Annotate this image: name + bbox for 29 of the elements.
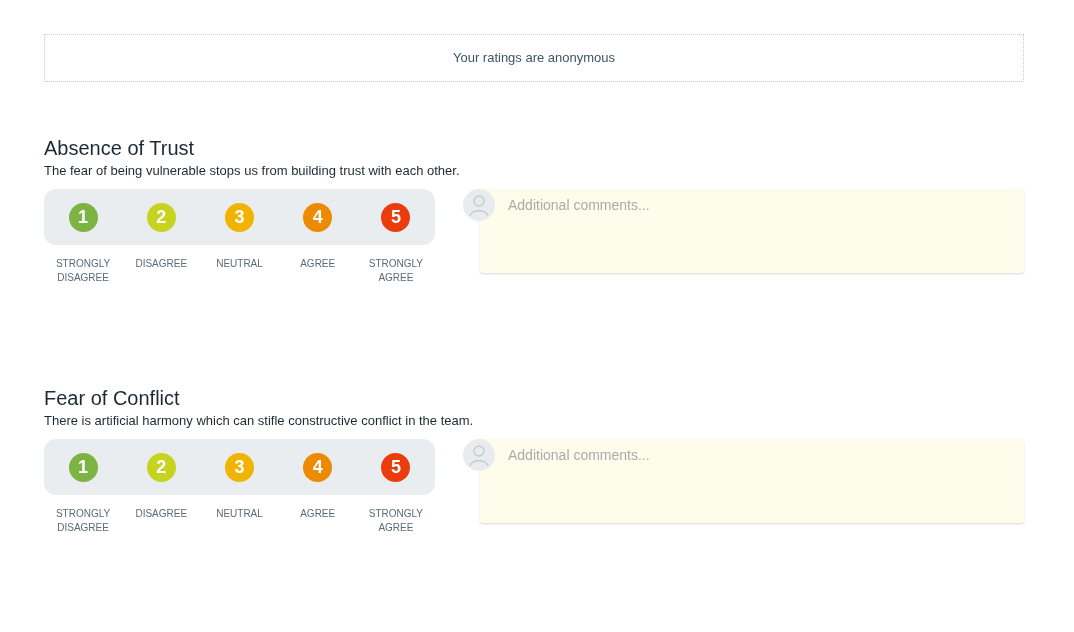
rating-label: NEUTRAL bbox=[215, 507, 264, 521]
rating-label: STRONGLY DISAGREE bbox=[54, 257, 112, 285]
user-avatar-icon bbox=[463, 439, 495, 471]
rating-label: DISAGREE bbox=[134, 507, 189, 521]
notice-banner: Your ratings are anonymous bbox=[44, 34, 1024, 82]
rating-button[interactable]: 3 bbox=[225, 452, 254, 482]
section-description: There is artificial harmony which can stifle constructive conflict in the team. bbox=[44, 412, 475, 430]
rating-label: AGREE bbox=[299, 257, 337, 271]
rating-label: STRONGLY DISAGREE bbox=[54, 507, 112, 535]
rating-button[interactable]: 2 bbox=[146, 202, 176, 232]
user-avatar-icon bbox=[463, 189, 495, 221]
section-title: Absence of Trust bbox=[44, 136, 196, 161]
rating-label: STRONGLY AGREE bbox=[367, 257, 425, 285]
comment-field[interactable]: Additional comments... bbox=[480, 189, 1024, 273]
section-description: The fear of being vulnerable stops us from building trust with each other. bbox=[44, 162, 461, 180]
rating-button[interactable]: 1 bbox=[68, 452, 98, 482]
rating-button[interactable]: 2 bbox=[146, 452, 176, 482]
rating-label: STRONGLY AGREE bbox=[367, 507, 425, 535]
rating-button[interactable]: 4 bbox=[303, 202, 333, 232]
rating-button[interactable]: 5 bbox=[381, 452, 411, 482]
rating-label: DISAGREE bbox=[134, 257, 189, 271]
rating-button[interactable]: 4 bbox=[303, 452, 333, 482]
rating-label: NEUTRAL bbox=[215, 257, 264, 271]
rating-label: AGREE bbox=[299, 507, 337, 521]
rating-button[interactable]: 1 bbox=[68, 202, 98, 232]
section-title: Fear of Conflict bbox=[44, 386, 181, 411]
comment-field[interactable]: Additional comments... bbox=[480, 439, 1024, 523]
rating-button[interactable]: 5 bbox=[381, 202, 411, 232]
rating-button[interactable]: 3 bbox=[225, 202, 254, 232]
